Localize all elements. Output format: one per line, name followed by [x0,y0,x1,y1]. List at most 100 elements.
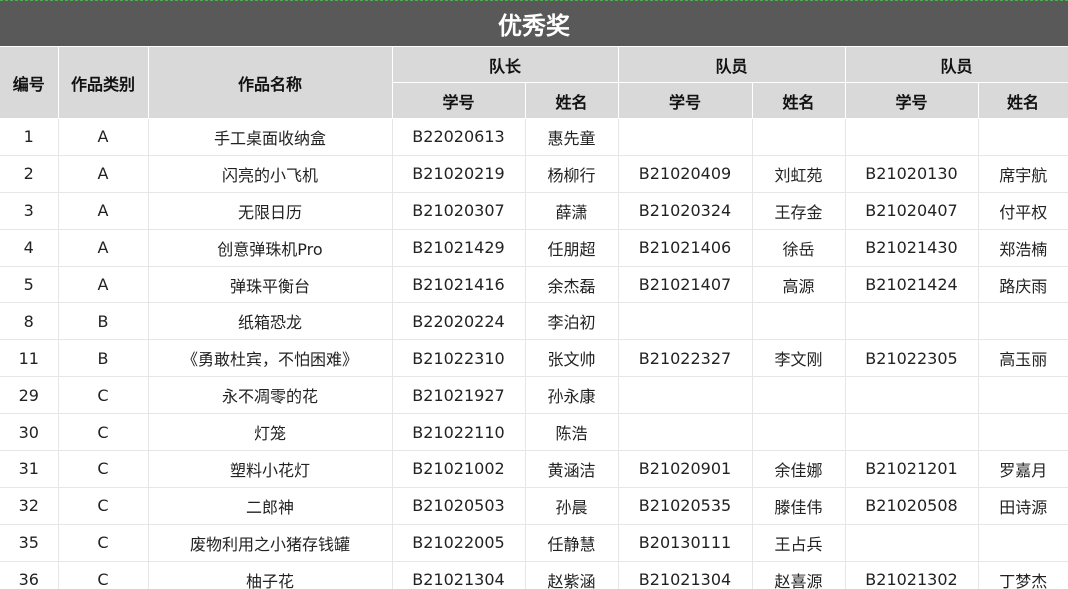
cell-member2-name[interactable]: 席宇航 [978,155,1068,193]
cell-no[interactable]: 5 [0,266,59,304]
cell-member1-name[interactable]: 高源 [752,266,846,304]
cell-category[interactable]: C [58,376,149,415]
cell-no[interactable]: 3 [0,192,59,230]
cell-category[interactable]: B [58,339,149,378]
cell-member2-name[interactable] [978,413,1068,452]
header-captain-id[interactable]: 学号 [392,82,526,119]
header-member-1[interactable]: 队员 [618,46,846,83]
cell-work-name[interactable]: 无限日历 [148,192,393,230]
cell-member2-name[interactable]: 丁梦杰 [978,561,1068,589]
cell-member2-name[interactable]: 高玉丽 [978,339,1068,378]
cell-captain-name[interactable]: 惠先童 [525,118,619,156]
cell-captain-name[interactable]: 任静慧 [525,524,619,562]
cell-captain-id[interactable]: B22020613 [392,118,526,156]
cell-captain-name[interactable]: 薛潇 [525,192,619,230]
cell-work-name[interactable]: 塑料小花灯 [148,450,393,488]
cell-work-name[interactable]: 《勇敢杜宾，不怕困难》 [148,339,393,378]
cell-no[interactable]: 29 [0,376,59,415]
cell-work-name[interactable]: 永不凋零的花 [148,376,393,415]
cell-member2-id[interactable] [845,413,979,452]
cell-member1-id[interactable] [618,118,753,156]
cell-captain-id[interactable]: B21020503 [392,487,526,525]
cell-member1-id[interactable]: B21022327 [618,339,753,378]
cell-no[interactable]: 36 [0,561,59,589]
cell-category[interactable]: C [58,524,149,562]
cell-no[interactable]: 31 [0,450,59,488]
cell-work-name[interactable]: 灯笼 [148,413,393,452]
cell-member1-id[interactable]: B21020324 [618,192,753,230]
cell-member2-id[interactable]: B21021302 [845,561,979,589]
header-member2-name[interactable]: 姓名 [978,82,1068,119]
cell-captain-name[interactable]: 李泊初 [525,302,619,341]
cell-member2-name[interactable]: 罗嘉月 [978,450,1068,488]
cell-no[interactable]: 32 [0,487,59,525]
header-member-2[interactable]: 队员 [845,46,1068,83]
cell-no[interactable]: 30 [0,413,59,452]
cell-member1-id[interactable]: B21021406 [618,229,753,267]
cell-category[interactable]: C [58,487,149,525]
header-work-name[interactable]: 作品名称 [148,46,393,119]
cell-member1-name[interactable] [752,376,846,415]
cell-member2-name[interactable]: 路庆雨 [978,266,1068,304]
cell-member2-id[interactable]: B21020130 [845,155,979,193]
cell-category[interactable]: C [58,413,149,452]
cell-category[interactable]: A [58,192,149,230]
cell-work-name[interactable]: 废物利用之小猪存钱罐 [148,524,393,562]
cell-member1-name[interactable] [752,118,846,156]
cell-category[interactable]: B [58,302,149,341]
cell-member2-id[interactable] [845,524,979,562]
cell-captain-id[interactable]: B21021429 [392,229,526,267]
cell-captain-id[interactable]: B21020219 [392,155,526,193]
cell-captain-id[interactable]: B21021416 [392,266,526,304]
header-captain-name[interactable]: 姓名 [525,82,619,119]
cell-member1-name[interactable]: 徐岳 [752,229,846,267]
cell-member1-id[interactable]: B21020901 [618,450,753,488]
cell-member1-name[interactable]: 滕佳伟 [752,487,846,525]
cell-member2-name[interactable] [978,376,1068,415]
cell-member2-id[interactable]: B21021424 [845,266,979,304]
cell-member2-name[interactable] [978,118,1068,156]
cell-captain-id[interactable]: B21021002 [392,450,526,488]
cell-member1-id[interactable] [618,376,753,415]
cell-member2-id[interactable]: B21021201 [845,450,979,488]
cell-work-name[interactable]: 弹珠平衡台 [148,266,393,304]
cell-member2-name[interactable]: 郑浩楠 [978,229,1068,267]
cell-captain-id[interactable]: B21022110 [392,413,526,452]
cell-work-name[interactable]: 二郎神 [148,487,393,525]
cell-captain-name[interactable]: 孙永康 [525,376,619,415]
cell-member1-id[interactable]: B21021407 [618,266,753,304]
cell-member1-name[interactable]: 王存金 [752,192,846,230]
cell-captain-id[interactable]: B21020307 [392,192,526,230]
cell-member2-name[interactable]: 田诗源 [978,487,1068,525]
cell-member1-id[interactable]: B21020535 [618,487,753,525]
cell-work-name[interactable]: 手工桌面收纳盒 [148,118,393,156]
header-no[interactable]: 编号 [0,46,59,119]
cell-member2-id[interactable]: B21021430 [845,229,979,267]
cell-category[interactable]: C [58,561,149,589]
cell-category[interactable]: A [58,155,149,193]
table-title[interactable]: 优秀奖 [0,0,1068,47]
cell-work-name[interactable]: 柚子花 [148,561,393,589]
cell-no[interactable]: 8 [0,302,59,341]
cell-category[interactable]: A [58,229,149,267]
cell-member1-name[interactable]: 李文刚 [752,339,846,378]
cell-member1-name[interactable]: 刘虹苑 [752,155,846,193]
cell-captain-id[interactable]: B21021304 [392,561,526,589]
cell-captain-id[interactable]: B21021927 [392,376,526,415]
cell-member2-id[interactable] [845,376,979,415]
cell-captain-name[interactable]: 张文帅 [525,339,619,378]
cell-category[interactable]: C [58,450,149,488]
cell-captain-name[interactable]: 赵紫涵 [525,561,619,589]
cell-category[interactable]: A [58,266,149,304]
cell-member1-id[interactable]: B20130111 [618,524,753,562]
cell-member2-id[interactable]: B21020407 [845,192,979,230]
header-captain[interactable]: 队长 [392,46,619,83]
cell-no[interactable]: 2 [0,155,59,193]
cell-captain-name[interactable]: 杨柳行 [525,155,619,193]
cell-member1-name[interactable]: 王占兵 [752,524,846,562]
cell-captain-name[interactable]: 余杰磊 [525,266,619,304]
cell-member2-name[interactable] [978,524,1068,562]
cell-member2-id[interactable] [845,118,979,156]
cell-member2-id[interactable]: B21022305 [845,339,979,378]
header-category[interactable]: 作品类别 [58,46,149,119]
